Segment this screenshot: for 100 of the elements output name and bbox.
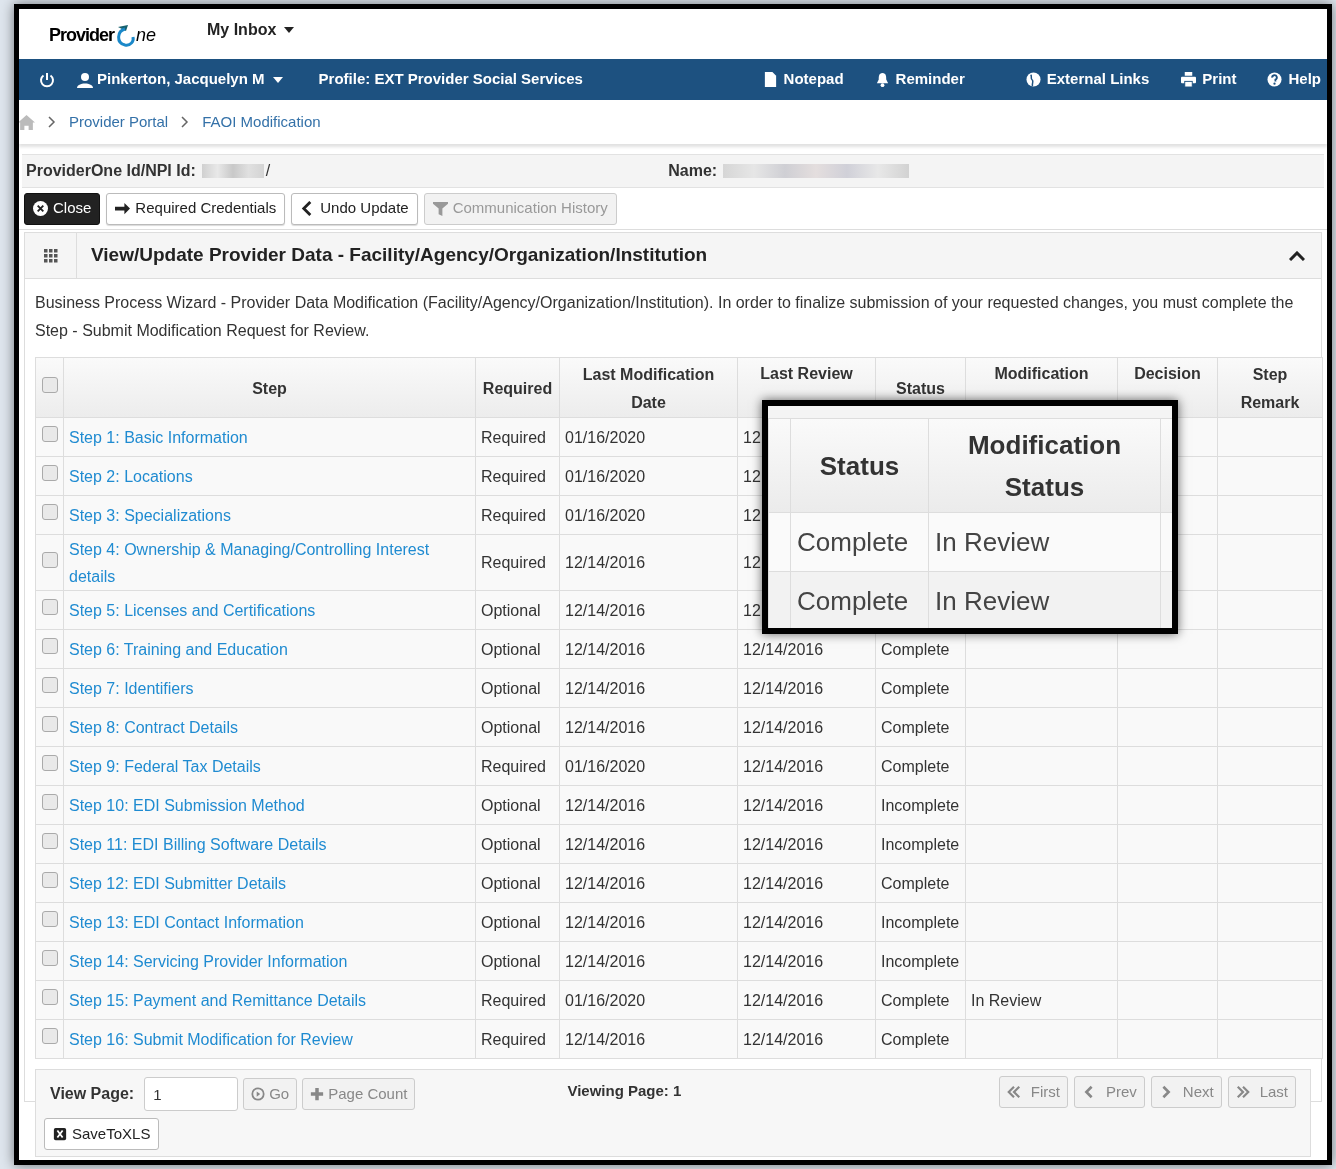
table-cell: Optional (481, 874, 541, 892)
checkbox[interactable] (41, 872, 58, 888)
id-label: ProviderOne Id/NPI Id: (26, 161, 196, 181)
action-button[interactable]: Undo Update (291, 192, 418, 225)
table-cell: 12/14/2016 (743, 718, 824, 736)
footer-button[interactable]: First (998, 1076, 1068, 1108)
table-cell: 12/14/2016 (743, 874, 824, 892)
table-cell: 12/14/2016 (565, 952, 646, 970)
table-cell: 01/16/2020 (565, 757, 646, 775)
user-menu[interactable]: Pinkerton, Jacquelyn M (77, 68, 283, 91)
swirl-icon (114, 23, 137, 49)
checkbox[interactable] (41, 551, 58, 568)
footer-button[interactable]: Prev (1073, 1076, 1145, 1108)
double-chevron-left-icon (1006, 1085, 1021, 1099)
checkbox[interactable] (41, 465, 58, 481)
table-cell: 12/14/2016 (565, 554, 646, 571)
footer-button[interactable]: Last (1227, 1076, 1296, 1108)
table-cell: Required (481, 506, 546, 524)
chevron-icon (48, 116, 56, 128)
checkbox[interactable] (41, 426, 58, 442)
table-cell: 12/14/2016 (743, 835, 824, 853)
table-cell: Optional (481, 952, 541, 970)
checkbox[interactable] (41, 677, 58, 693)
table-cell: In Review (971, 991, 1042, 1009)
table-cell: 01/16/2020 (565, 506, 646, 524)
table-cell: Incomplete (881, 835, 960, 853)
arrow-right-icon (115, 201, 131, 216)
table-cell: 12 (743, 428, 761, 446)
table-cell: Required (481, 467, 546, 485)
footer-button[interactable]: Page Count (302, 1078, 416, 1110)
table-cell: Optional (481, 601, 541, 619)
checkbox[interactable] (41, 716, 58, 732)
export-button[interactable]: SaveToXLS (44, 1118, 160, 1150)
footer-button[interactable]: Go (243, 1078, 298, 1110)
table-cell: 12/14/2016 (565, 1030, 646, 1048)
checkbox[interactable] (41, 911, 58, 927)
nav-link[interactable]: Help (1267, 68, 1321, 91)
document-icon (762, 72, 778, 87)
checkbox[interactable] (41, 950, 58, 966)
table-cell: Optional (481, 913, 541, 931)
table-cell: In Review (935, 585, 1050, 616)
action-button[interactable]: Close (24, 192, 101, 225)
table-cell: 01/16/2020 (565, 467, 646, 485)
viewing-page-label: Viewing Page: 1 (567, 1080, 682, 1101)
table-cell: 12 (743, 554, 761, 571)
checkbox[interactable] (41, 376, 58, 393)
footer-button[interactable]: Next (1150, 1076, 1222, 1108)
breadcrumb-link[interactable]: FAOI Modification (202, 110, 321, 134)
checkbox[interactable] (41, 504, 58, 520)
action-button[interactable]: Required Credentials (106, 192, 286, 225)
nav-link[interactable]: Notepad (762, 68, 844, 91)
table-cell: Complete (797, 585, 909, 616)
table-cell: 12/14/2016 (743, 952, 824, 970)
nav-link[interactable]: External Links (1025, 68, 1150, 91)
table-cell: Complete (797, 526, 909, 557)
table-cell: In Review (935, 526, 1050, 557)
nav-link[interactable]: Print (1181, 68, 1237, 91)
chevron-up-icon (1289, 250, 1305, 261)
printer-icon (1181, 72, 1197, 87)
globe-icon (1025, 72, 1041, 87)
page-field[interactable]: 1 (144, 1077, 239, 1111)
view-page-label: View Page: (50, 1084, 135, 1104)
table-cell: 12/14/2016 (743, 1030, 824, 1048)
checkbox[interactable] (41, 638, 58, 654)
checkbox[interactable] (41, 755, 58, 771)
checkbox[interactable] (41, 989, 58, 1005)
table-cell: Complete (881, 874, 950, 892)
table-cell: 12 (743, 506, 761, 524)
nav-link[interactable]: Reminder (874, 68, 965, 91)
checkbox[interactable] (41, 794, 58, 810)
description: Business Process Wizard - Provider Data Modification (Facility/Agency/Organization/Institution). In order to finalize submission of your requested changes, you must complete the Step - Submit Modification Request for Review. (34, 293, 1295, 341)
table-cell: Required (481, 1030, 546, 1048)
table-cell: 12/14/2016 (565, 874, 646, 892)
table-cell: 12/14/2016 (565, 640, 646, 658)
table-cell: Optional (481, 796, 541, 814)
breadcrumb-link[interactable]: Provider Portal (69, 110, 169, 134)
inbox-menu[interactable]: My Inbox (207, 18, 295, 42)
table-cell: Complete (881, 679, 950, 697)
table-cell: Complete (881, 991, 950, 1009)
table-cell: Required (481, 428, 546, 446)
checkbox[interactable] (41, 833, 58, 849)
name-label: Name: (668, 161, 718, 181)
table-cell: Required (481, 757, 546, 775)
checkbox[interactable] (41, 599, 58, 615)
redacted-value (201, 164, 264, 178)
table-cell: 12/14/2016 (565, 601, 646, 619)
table-cell: Optional (481, 718, 541, 736)
play-circle-icon (251, 1087, 266, 1101)
column-header: Modification Status (967, 429, 1122, 502)
table-cell: 01/16/2020 (565, 991, 646, 1009)
table-cell: 12 (743, 601, 761, 619)
double-chevron-right-icon (1235, 1085, 1250, 1099)
table-cell: 12/14/2016 (565, 913, 646, 931)
table-cell: 12/14/2016 (743, 640, 824, 658)
table-cell: 12/14/2016 (565, 796, 646, 814)
column-header: Status (819, 450, 900, 481)
checkbox[interactable] (41, 1028, 58, 1044)
table-cell: 12/14/2016 (565, 679, 646, 697)
table-cell: Optional (481, 640, 541, 658)
table-cell: 12/14/2016 (743, 757, 824, 775)
